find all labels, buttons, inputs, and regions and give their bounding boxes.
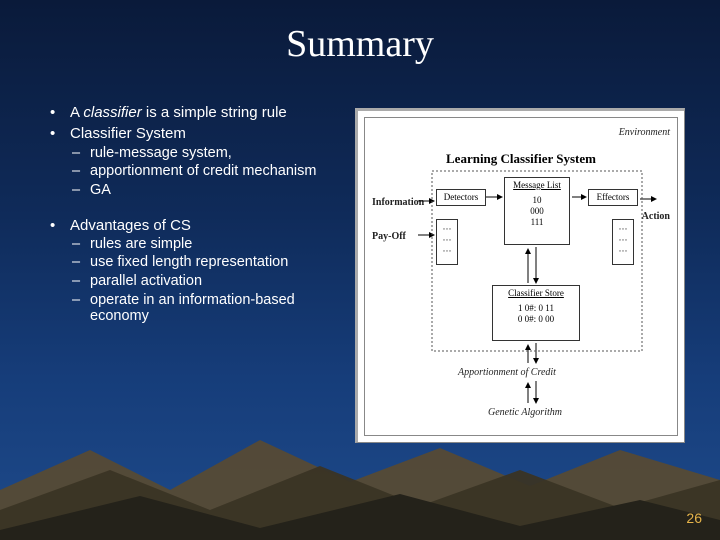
text-fragment: A	[70, 104, 83, 121]
bullet-advantages: Advantages of CS	[50, 217, 345, 234]
diagram-arrows	[358, 111, 684, 442]
sub-ga: GA	[50, 182, 345, 199]
sub-fixed-length: use fixed length representation	[50, 254, 345, 271]
slide-title: Summary	[0, 0, 720, 66]
sub-apportionment: apportionment of credit mechanism	[50, 163, 345, 180]
sub-parallel: parallel activation	[50, 273, 345, 290]
sub-info-economy: operate in an information-based economy	[50, 292, 345, 325]
diagram-column: Environment Learning Classifier System I…	[355, 100, 700, 520]
bullet-classifier-system: Classifier System	[50, 125, 345, 142]
sub-rule-message: rule-message system,	[50, 145, 345, 162]
content-wrap: A classifier is a simple string rule Cla…	[0, 100, 720, 520]
page-number: 26	[686, 510, 702, 526]
diagram-frame: Environment Learning Classifier System I…	[355, 108, 685, 443]
text-fragment: is a simple string rule	[142, 104, 287, 121]
sub-rules-simple: rules are simple	[50, 236, 345, 253]
term-classifier: classifier	[83, 104, 141, 121]
bullet-classifier-def: A classifier is a simple string rule	[50, 104, 345, 121]
text-column: A classifier is a simple string rule Cla…	[0, 100, 355, 520]
